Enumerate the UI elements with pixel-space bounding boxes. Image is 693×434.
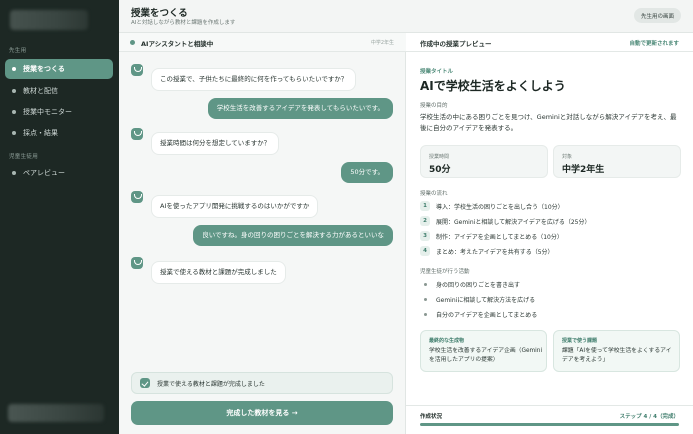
- flow-label: 授業の流れ: [420, 191, 448, 197]
- nav-dot-icon: [12, 110, 16, 114]
- message-bubble: 良いですね。身の回りの困りごとを解決する力があるといいな: [193, 225, 393, 246]
- chat-title: AIアシスタントと相談中: [141, 40, 214, 48]
- teacher-view-button[interactable]: 先生用の画面: [633, 8, 681, 23]
- chat-header: AIアシスタントと相談中 中学2年生: [119, 33, 406, 52]
- stat-target: 対象 中学2年生: [553, 145, 681, 178]
- activity-item: Geminiに相談して解決方法を広げる: [424, 294, 535, 304]
- sidebar-section-student: 児童生徒用: [9, 154, 39, 160]
- app-logo: [10, 10, 88, 30]
- sidebar-item-label: 教材と配信: [23, 87, 58, 95]
- chat-message-ai: 授業時間は何分を想定していますか？: [131, 128, 391, 155]
- sidebar-item-pair-review[interactable]: ペアレビュー: [5, 163, 113, 183]
- stat-value: 50分: [429, 165, 451, 175]
- chat-message-ai: AIを使ったアプリ開発に挑戦するのはいかがですか: [131, 191, 391, 218]
- chat-message-ai: 授業で使える教材と課題が完成しました: [131, 257, 391, 284]
- flow-step: 1 導入：学校生活の困りごとを出し合う（10分）: [420, 201, 564, 211]
- sidebar-item-monitor[interactable]: 授業中モニター: [5, 102, 113, 122]
- sidebar-item-grading[interactable]: 採点・結果: [5, 123, 113, 143]
- flow-step: 3 制作：アイデアを企画としてまとめる（10分）: [420, 231, 563, 241]
- assignment-card: 授業で使う課題 課題「AIを使って学校生活をよくするアイデアを考えよう」: [553, 330, 680, 372]
- activity-text: Geminiに相談して解決方法を広げる: [436, 296, 536, 304]
- preview-title: 作成中の授業プレビュー: [420, 40, 492, 48]
- bullet-icon: [424, 297, 427, 301]
- card-text: 学校生活を改善するアイデア企画（Geminiを活用したアプリの提案）: [429, 348, 543, 363]
- nav-dot-icon: [12, 67, 16, 71]
- stat-label: 授業時間: [429, 154, 450, 160]
- lesson-title-label: 授業タイトル: [420, 69, 454, 75]
- chat-message-user: 良いですね。身の回りの困りごとを解決する力があるといいな: [131, 225, 393, 246]
- progress-bar: [420, 423, 679, 426]
- lesson-preview-panel: 作成中の授業プレビュー 自動で更新されます 授業タイトル AIで学校生活をよくし…: [406, 33, 693, 434]
- sidebar-item-create-lesson[interactable]: 授業をつくる: [5, 59, 113, 79]
- goal-text: 学校生活の中にある困りごとを見つけ、Geminiと対話しながら解決アイデアを考え…: [420, 113, 677, 132]
- preview-header: 作成中の授業プレビュー 自動で更新されます: [406, 33, 693, 52]
- message-bubble: AIを使ったアプリ開発に挑戦するのはいかがですか: [151, 195, 319, 218]
- message-bubble: 授業で使える教材と課題が完成しました: [151, 261, 286, 284]
- sidebar: 先生用 授業をつくる 教材と配信 授業中モニター 採点・結果 児童生徒用 ペアレ…: [0, 0, 119, 434]
- ai-avatar-icon: [131, 128, 143, 140]
- sidebar-item-label: ペアレビュー: [23, 169, 65, 177]
- chat-meta: 中学2年生: [370, 40, 394, 46]
- page-title: 授業をつくる: [131, 8, 188, 19]
- step-text: まとめ：考えたアイデアを共有する（5分）: [436, 248, 554, 256]
- step-text: 制作：アイデアを企画としてまとめる（10分）: [436, 233, 563, 241]
- sidebar-item-materials[interactable]: 教材と配信: [5, 81, 113, 101]
- sidebar-section-teacher: 先生用: [9, 48, 27, 54]
- step-text: 導入：学校生活の困りごとを出し合う（10分）: [436, 203, 564, 211]
- step-number: 4: [420, 246, 430, 256]
- nav-dot-icon: [12, 89, 16, 93]
- page-subtitle: AIと対話しながら教材と課題を作成します: [131, 20, 236, 26]
- online-status-icon: [130, 40, 135, 45]
- step-number: 1: [420, 201, 430, 211]
- stat-value: 中学2年生: [562, 165, 605, 175]
- completion-notice: 授業で使える教材と課題が完成しました: [131, 372, 393, 394]
- step-text: 展開：Geminiと相談して解決アイデアを広げる（25分）: [436, 218, 591, 226]
- progress-status: ステップ 4 / 4（完成）: [619, 414, 679, 420]
- ai-avatar-icon: [131, 191, 143, 203]
- bullet-icon: [424, 312, 427, 316]
- creation-progress: 作成状況 ステップ 4 / 4（完成）: [406, 405, 693, 434]
- page-header: 授業をつくる AIと対話しながら教材と課題を作成します 先生用の画面: [119, 0, 693, 33]
- chat-message-user: 学校生活を改善するアイデアを発表してもらいたいです。: [131, 98, 393, 119]
- goal-label: 授業の目的: [420, 103, 448, 109]
- lesson-title: AIで学校生活をよくしよう: [420, 79, 566, 93]
- nav-dot-icon: [12, 131, 16, 135]
- step-number: 3: [420, 231, 430, 241]
- activity-item: 身の回りの困りごとを書き出す: [424, 279, 520, 289]
- user-profile[interactable]: [8, 404, 104, 422]
- sidebar-item-label: 採点・結果: [23, 129, 58, 137]
- activities-label: 児童生徒が行う活動: [420, 269, 470, 275]
- chat-message-ai: この授業で、子供たちに最終的に何を作ってもらいたいですか？: [131, 64, 391, 91]
- chat-message-user: 50分です。: [131, 162, 393, 183]
- activity-text: 自分のアイデアを企画としてまとめる: [436, 311, 538, 319]
- activity-text: 身の回りの困りごとを書き出す: [436, 281, 521, 289]
- completion-notice-text: 授業で使える教材と課題が完成しました: [157, 380, 265, 388]
- progress-bar-fill: [420, 423, 679, 426]
- message-bubble: 授業時間は何分を想定していますか？: [151, 132, 280, 155]
- stat-lesson-time: 授業時間 50分: [420, 145, 548, 178]
- flow-step: 2 展開：Geminiと相談して解決アイデアを広げる（25分）: [420, 216, 590, 226]
- ai-avatar-icon: [131, 257, 143, 269]
- ai-avatar-icon: [131, 64, 143, 76]
- auto-update-badge: 自動で更新されます: [629, 41, 679, 47]
- nav-dot-icon: [12, 171, 16, 175]
- message-bubble: 50分です。: [341, 162, 393, 183]
- step-number: 2: [420, 216, 430, 226]
- progress-label: 作成状況: [420, 414, 443, 420]
- flow-step: 4 まとめ：考えたアイデアを共有する（5分）: [420, 246, 554, 256]
- bullet-icon: [424, 282, 427, 286]
- activity-item: 自分のアイデアを企画としてまとめる: [424, 309, 537, 319]
- card-label: 授業で使う課題: [562, 338, 598, 344]
- card-label: 最終的な生成物: [429, 338, 465, 344]
- stat-label: 対象: [562, 154, 573, 160]
- card-text: 課題「AIを使って学校生活をよくするアイデアを考えよう」: [562, 348, 672, 363]
- chat-panel: AIアシスタントと相談中 中学2年生 この授業で、子供たちに最終的に何を作っても…: [119, 33, 406, 434]
- final-output-card: 最終的な生成物 学校生活を改善するアイデア企画（Geminiを活用したアプリの提…: [420, 330, 547, 372]
- sidebar-item-label: 授業をつくる: [23, 65, 65, 73]
- message-bubble: 学校生活を改善するアイデアを発表してもらいたいです。: [207, 98, 393, 119]
- message-bubble: この授業で、子供たちに最終的に何を作ってもらいたいですか？: [151, 68, 357, 91]
- check-icon: [140, 378, 150, 388]
- view-materials-button[interactable]: 完成した教材を見る →: [131, 401, 393, 425]
- sidebar-item-label: 授業中モニター: [23, 108, 72, 116]
